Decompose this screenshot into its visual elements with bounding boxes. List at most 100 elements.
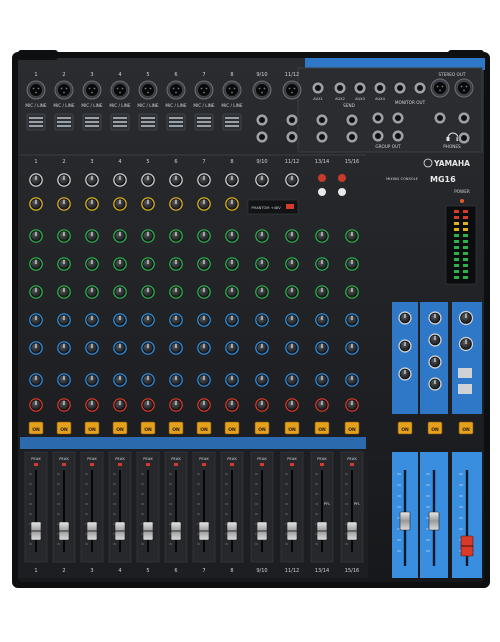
channel-knob-icon[interactable] — [169, 373, 183, 387]
channel-knob-icon[interactable] — [345, 229, 359, 243]
channel-knob-icon[interactable] — [197, 313, 211, 327]
channel-knob-icon[interactable] — [197, 229, 211, 243]
channel-knob-icon[interactable] — [29, 341, 43, 355]
channel-knob-icon[interactable] — [225, 197, 239, 211]
channel-knob-icon[interactable] — [29, 398, 43, 412]
channel-knob-icon[interactable] — [57, 173, 71, 187]
channel-knob-icon[interactable] — [225, 398, 239, 412]
channel-knob-icon[interactable] — [225, 373, 239, 387]
fader-icon[interactable] — [428, 511, 440, 531]
channel-knob-icon[interactable] — [197, 398, 211, 412]
channel-knob-icon[interactable] — [85, 173, 99, 187]
channel-knob-icon[interactable] — [57, 313, 71, 327]
channel-knob-icon[interactable] — [169, 257, 183, 271]
channel-knob-icon[interactable] — [85, 285, 99, 299]
channel-knob-icon[interactable] — [85, 229, 99, 243]
channel-knob-icon[interactable] — [85, 398, 99, 412]
channel-knob-icon[interactable] — [113, 313, 127, 327]
channel-knob-icon[interactable] — [285, 313, 299, 327]
trs-jack-icon[interactable] — [457, 131, 471, 145]
channel-knob-icon[interactable] — [29, 313, 43, 327]
channel-knob-icon[interactable] — [29, 285, 43, 299]
xlr-jack-icon[interactable] — [252, 80, 272, 100]
channel-knob-icon[interactable] — [141, 257, 155, 271]
channel-knob-icon[interactable] — [255, 313, 269, 327]
trs-jack-icon[interactable] — [345, 113, 359, 127]
xlr-jack-icon[interactable] — [26, 80, 46, 100]
xlr-jack-icon[interactable] — [166, 80, 186, 100]
channel-knob-icon[interactable] — [141, 173, 155, 187]
channel-knob-icon[interactable] — [225, 313, 239, 327]
xlr-jack-icon[interactable] — [454, 78, 474, 98]
xlr-jack-icon[interactable] — [138, 80, 158, 100]
channel-knob-icon[interactable] — [225, 229, 239, 243]
channel-knob-icon[interactable] — [141, 341, 155, 355]
monitor-knob-icon[interactable] — [458, 310, 474, 326]
channel-knob-icon[interactable] — [225, 173, 239, 187]
channel-knob-icon[interactable] — [285, 341, 299, 355]
channel-knob-icon[interactable] — [113, 257, 127, 271]
channel-knob-icon[interactable] — [29, 173, 43, 187]
channel-knob-icon[interactable] — [197, 373, 211, 387]
channel-knob-icon[interactable] — [85, 373, 99, 387]
channel-knob-icon[interactable] — [113, 173, 127, 187]
channel-knob-icon[interactable] — [57, 398, 71, 412]
channel-knob-icon[interactable] — [29, 229, 43, 243]
channel-knob-icon[interactable] — [57, 285, 71, 299]
channel-knob-icon[interactable] — [197, 257, 211, 271]
xlr-jack-icon[interactable] — [110, 80, 130, 100]
xlr-jack-icon[interactable] — [82, 80, 102, 100]
group-knob-icon[interactable] — [398, 367, 412, 381]
channel-knob-icon[interactable] — [285, 257, 299, 271]
channel-knob-icon[interactable] — [113, 285, 127, 299]
trs-jack-icon[interactable] — [371, 129, 385, 143]
channel-knob-icon[interactable] — [345, 285, 359, 299]
trs-jack-icon[interactable] — [285, 113, 299, 127]
channel-knob-icon[interactable] — [285, 285, 299, 299]
channel-knob-icon[interactable] — [57, 257, 71, 271]
trs-jack-icon[interactable] — [345, 130, 359, 144]
channel-knob-icon[interactable] — [113, 398, 127, 412]
trs-jack-icon[interactable] — [391, 129, 405, 143]
channel-knob-icon[interactable] — [85, 257, 99, 271]
group-knob-icon[interactable] — [398, 339, 412, 353]
channel-knob-icon[interactable] — [255, 341, 269, 355]
channel-knob-icon[interactable] — [113, 229, 127, 243]
channel-knob-icon[interactable] — [29, 257, 43, 271]
channel-knob-icon[interactable] — [141, 313, 155, 327]
channel-knob-icon[interactable] — [113, 373, 127, 387]
channel-knob-icon[interactable] — [169, 229, 183, 243]
trs-jack-icon[interactable] — [333, 81, 347, 95]
channel-knob-icon[interactable] — [345, 341, 359, 355]
channel-knob-icon[interactable] — [85, 341, 99, 355]
master-knob-icon[interactable] — [428, 355, 442, 369]
xlr-jack-icon[interactable] — [194, 80, 214, 100]
channel-knob-icon[interactable] — [315, 257, 329, 271]
channel-knob-icon[interactable] — [225, 341, 239, 355]
channel-knob-icon[interactable] — [285, 373, 299, 387]
trs-jack-icon[interactable] — [315, 113, 329, 127]
xlr-jack-icon[interactable] — [222, 80, 242, 100]
group-knob-icon[interactable] — [398, 311, 412, 325]
channel-knob-icon[interactable] — [285, 229, 299, 243]
channel-knob-icon[interactable] — [315, 373, 329, 387]
channel-knob-icon[interactable] — [141, 229, 155, 243]
channel-knob-icon[interactable] — [169, 173, 183, 187]
trs-jack-icon[interactable] — [391, 111, 405, 125]
channel-knob-icon[interactable] — [141, 197, 155, 211]
master-switch[interactable] — [458, 368, 472, 378]
channel-knob-icon[interactable] — [255, 373, 269, 387]
channel-knob-icon[interactable] — [141, 285, 155, 299]
trs-jack-icon[interactable] — [255, 113, 269, 127]
channel-knob-icon[interactable] — [169, 398, 183, 412]
channel-knob-icon[interactable] — [57, 229, 71, 243]
trs-jack-icon[interactable] — [255, 130, 269, 144]
channel-knob-icon[interactable] — [29, 197, 43, 211]
trs-jack-icon[interactable] — [413, 81, 427, 95]
channel-knob-icon[interactable] — [57, 373, 71, 387]
channel-knob-icon[interactable] — [113, 197, 127, 211]
channel-knob-icon[interactable] — [315, 341, 329, 355]
master-knob-icon[interactable] — [428, 377, 442, 391]
channel-knob-icon[interactable] — [197, 285, 211, 299]
trs-jack-icon[interactable] — [457, 111, 471, 125]
